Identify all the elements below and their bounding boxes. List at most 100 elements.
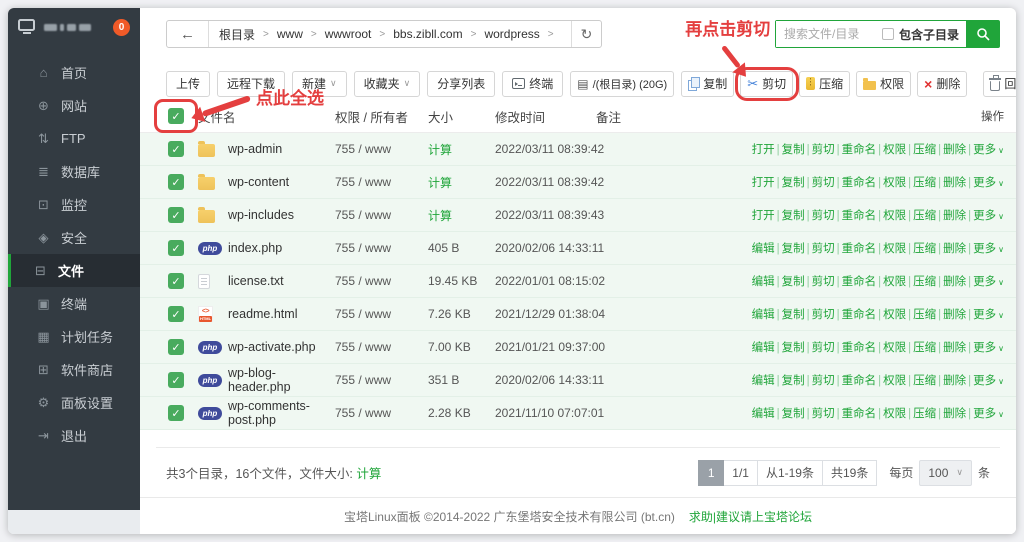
row-action[interactable]: 权限 <box>883 177 906 189</box>
terminal-button[interactable]: 终端 <box>502 71 563 97</box>
sidebar-item[interactable]: ⚙ 面板设置 <box>8 386 140 419</box>
recycle-bin-button[interactable]: 回收站 <box>983 71 1016 97</box>
row-checkbox[interactable]: ✓ <box>168 240 184 256</box>
copy-button[interactable]: 复制 <box>681 71 734 97</box>
upload-button[interactable]: 上传 <box>166 71 210 97</box>
file-name[interactable]: wp-comments-post.php <box>228 399 335 427</box>
row-action[interactable]: 更多∨ <box>973 408 1004 420</box>
row-action[interactable]: 更多∨ <box>973 144 1004 156</box>
row-action[interactable]: 更多∨ <box>973 342 1004 354</box>
breadcrumb-item[interactable]: wwwroot <box>325 27 372 41</box>
row-action[interactable]: 剪切 <box>812 342 835 354</box>
row-action[interactable]: 打开 <box>752 177 775 189</box>
file-name[interactable]: wp-activate.php <box>228 340 335 354</box>
file-name[interactable]: wp-content <box>228 175 335 189</box>
row-action[interactable]: 复制 <box>782 375 805 387</box>
row-action[interactable]: 剪切 <box>812 243 835 255</box>
row-action[interactable]: 剪切 <box>812 375 835 387</box>
sidebar-item[interactable]: ⊕ 网站 <box>8 89 140 122</box>
row-action[interactable]: 复制 <box>782 342 805 354</box>
row-action[interactable]: 删除 <box>943 144 966 156</box>
breadcrumb-item[interactable]: wordpress <box>484 27 539 41</box>
row-action[interactable]: 编辑 <box>752 342 775 354</box>
file-size[interactable]: 计算 <box>428 174 495 191</box>
compress-button[interactable]: 压缩 <box>799 71 850 97</box>
row-action[interactable]: 重命名 <box>842 276 877 288</box>
row-action[interactable]: 权限 <box>883 276 906 288</box>
row-action[interactable]: 编辑 <box>752 243 775 255</box>
table-row[interactable]: ✓ index.php 755 / www 405 B 2020/02/06 1… <box>140 232 1016 265</box>
header-note[interactable]: 备注 <box>596 107 748 126</box>
row-checkbox[interactable]: ✓ <box>168 141 184 157</box>
table-row[interactable]: ✓ license.txt 755 / www 19.45 KB 2022/01… <box>140 265 1016 298</box>
per-page-select[interactable]: 100 ∨ <box>919 460 972 486</box>
sidebar-item[interactable]: ▣ 终端 <box>8 287 140 320</box>
row-action[interactable]: 重命名 <box>842 177 877 189</box>
row-action[interactable]: 复制 <box>782 144 805 156</box>
row-action[interactable]: 重命名 <box>842 210 877 222</box>
row-action[interactable]: 权限 <box>883 342 906 354</box>
row-action[interactable]: 删除 <box>943 177 966 189</box>
row-action[interactable]: 复制 <box>782 177 805 189</box>
cut-button[interactable]: ✂剪切 再点击剪切 <box>740 71 793 97</box>
delete-button[interactable]: ×删除 <box>917 71 967 97</box>
row-action[interactable]: 压缩 <box>913 144 936 156</box>
row-action[interactable]: 重命名 <box>842 342 877 354</box>
row-action[interactable]: 编辑 <box>752 408 775 420</box>
row-action[interactable]: 压缩 <box>913 309 936 321</box>
sidebar-item[interactable]: ⊞ 软件商店 <box>8 353 140 386</box>
row-action[interactable]: 更多∨ <box>973 243 1004 255</box>
header-mtime[interactable]: 修改时间 <box>495 107 596 126</box>
row-checkbox[interactable]: ✓ <box>168 273 184 289</box>
row-action[interactable]: 删除 <box>943 375 966 387</box>
row-action[interactable]: 重命名 <box>842 309 877 321</box>
table-row[interactable]: ✓ wp-includes 755 / www 计算 2022/03/11 08… <box>140 199 1016 232</box>
table-row[interactable]: ✓ readme.html 755 / www 7.26 KB 2021/12/… <box>140 298 1016 331</box>
row-action[interactable]: 权限 <box>883 144 906 156</box>
row-action[interactable]: 打开 <box>752 144 775 156</box>
row-action[interactable]: 复制 <box>782 408 805 420</box>
page-1-button[interactable]: 1 <box>698 460 724 486</box>
row-action[interactable]: 权限 <box>883 309 906 321</box>
row-checkbox[interactable]: ✓ <box>168 339 184 355</box>
row-action[interactable]: 打开 <box>752 210 775 222</box>
row-action[interactable]: 更多∨ <box>973 177 1004 189</box>
row-action[interactable]: 压缩 <box>913 177 936 189</box>
row-action[interactable]: 更多∨ <box>973 375 1004 387</box>
row-action[interactable]: 剪切 <box>812 309 835 321</box>
row-action[interactable]: 重命名 <box>842 375 877 387</box>
row-action[interactable]: 复制 <box>782 210 805 222</box>
row-action[interactable]: 压缩 <box>913 408 936 420</box>
disk-root-button[interactable]: ▤/(根目录) (20G) <box>570 71 674 97</box>
row-action[interactable]: 编辑 <box>752 276 775 288</box>
row-action[interactable]: 剪切 <box>812 408 835 420</box>
calc-size-link[interactable]: 计算 <box>356 467 381 481</box>
row-action[interactable]: 更多∨ <box>973 276 1004 288</box>
row-action[interactable]: 删除 <box>943 210 966 222</box>
row-action[interactable]: 权限 <box>883 210 906 222</box>
row-checkbox[interactable]: ✓ <box>168 306 184 322</box>
sidebar-item[interactable]: ⌂ 首页 <box>8 56 140 89</box>
row-action[interactable]: 压缩 <box>913 243 936 255</box>
file-name[interactable]: wp-includes <box>228 208 335 222</box>
row-action[interactable]: 压缩 <box>913 276 936 288</box>
row-action[interactable]: 压缩 <box>913 342 936 354</box>
row-action[interactable]: 删除 <box>943 309 966 321</box>
sidebar-item[interactable]: ⊡ 监控 <box>8 188 140 221</box>
row-action[interactable]: 剪切 <box>812 177 835 189</box>
back-button[interactable]: ← <box>167 21 209 47</box>
search-input[interactable] <box>776 21 875 47</box>
file-size[interactable]: 计算 <box>428 141 495 158</box>
header-filename[interactable]: 文件名 <box>198 107 335 126</box>
row-checkbox[interactable]: ✓ <box>168 174 184 190</box>
new-button[interactable]: 新建∨ <box>292 71 347 97</box>
file-name[interactable]: license.txt <box>228 274 335 288</box>
row-action[interactable]: 权限 <box>883 243 906 255</box>
row-action[interactable]: 重命名 <box>842 243 877 255</box>
row-action[interactable]: 压缩 <box>913 210 936 222</box>
row-action[interactable]: 编辑 <box>752 309 775 321</box>
sidebar-item[interactable]: ≣ 数据库 <box>8 155 140 188</box>
breadcrumb-item[interactable]: 根目录 <box>219 26 255 43</box>
row-action[interactable]: 复制 <box>782 309 805 321</box>
row-action[interactable]: 复制 <box>782 243 805 255</box>
